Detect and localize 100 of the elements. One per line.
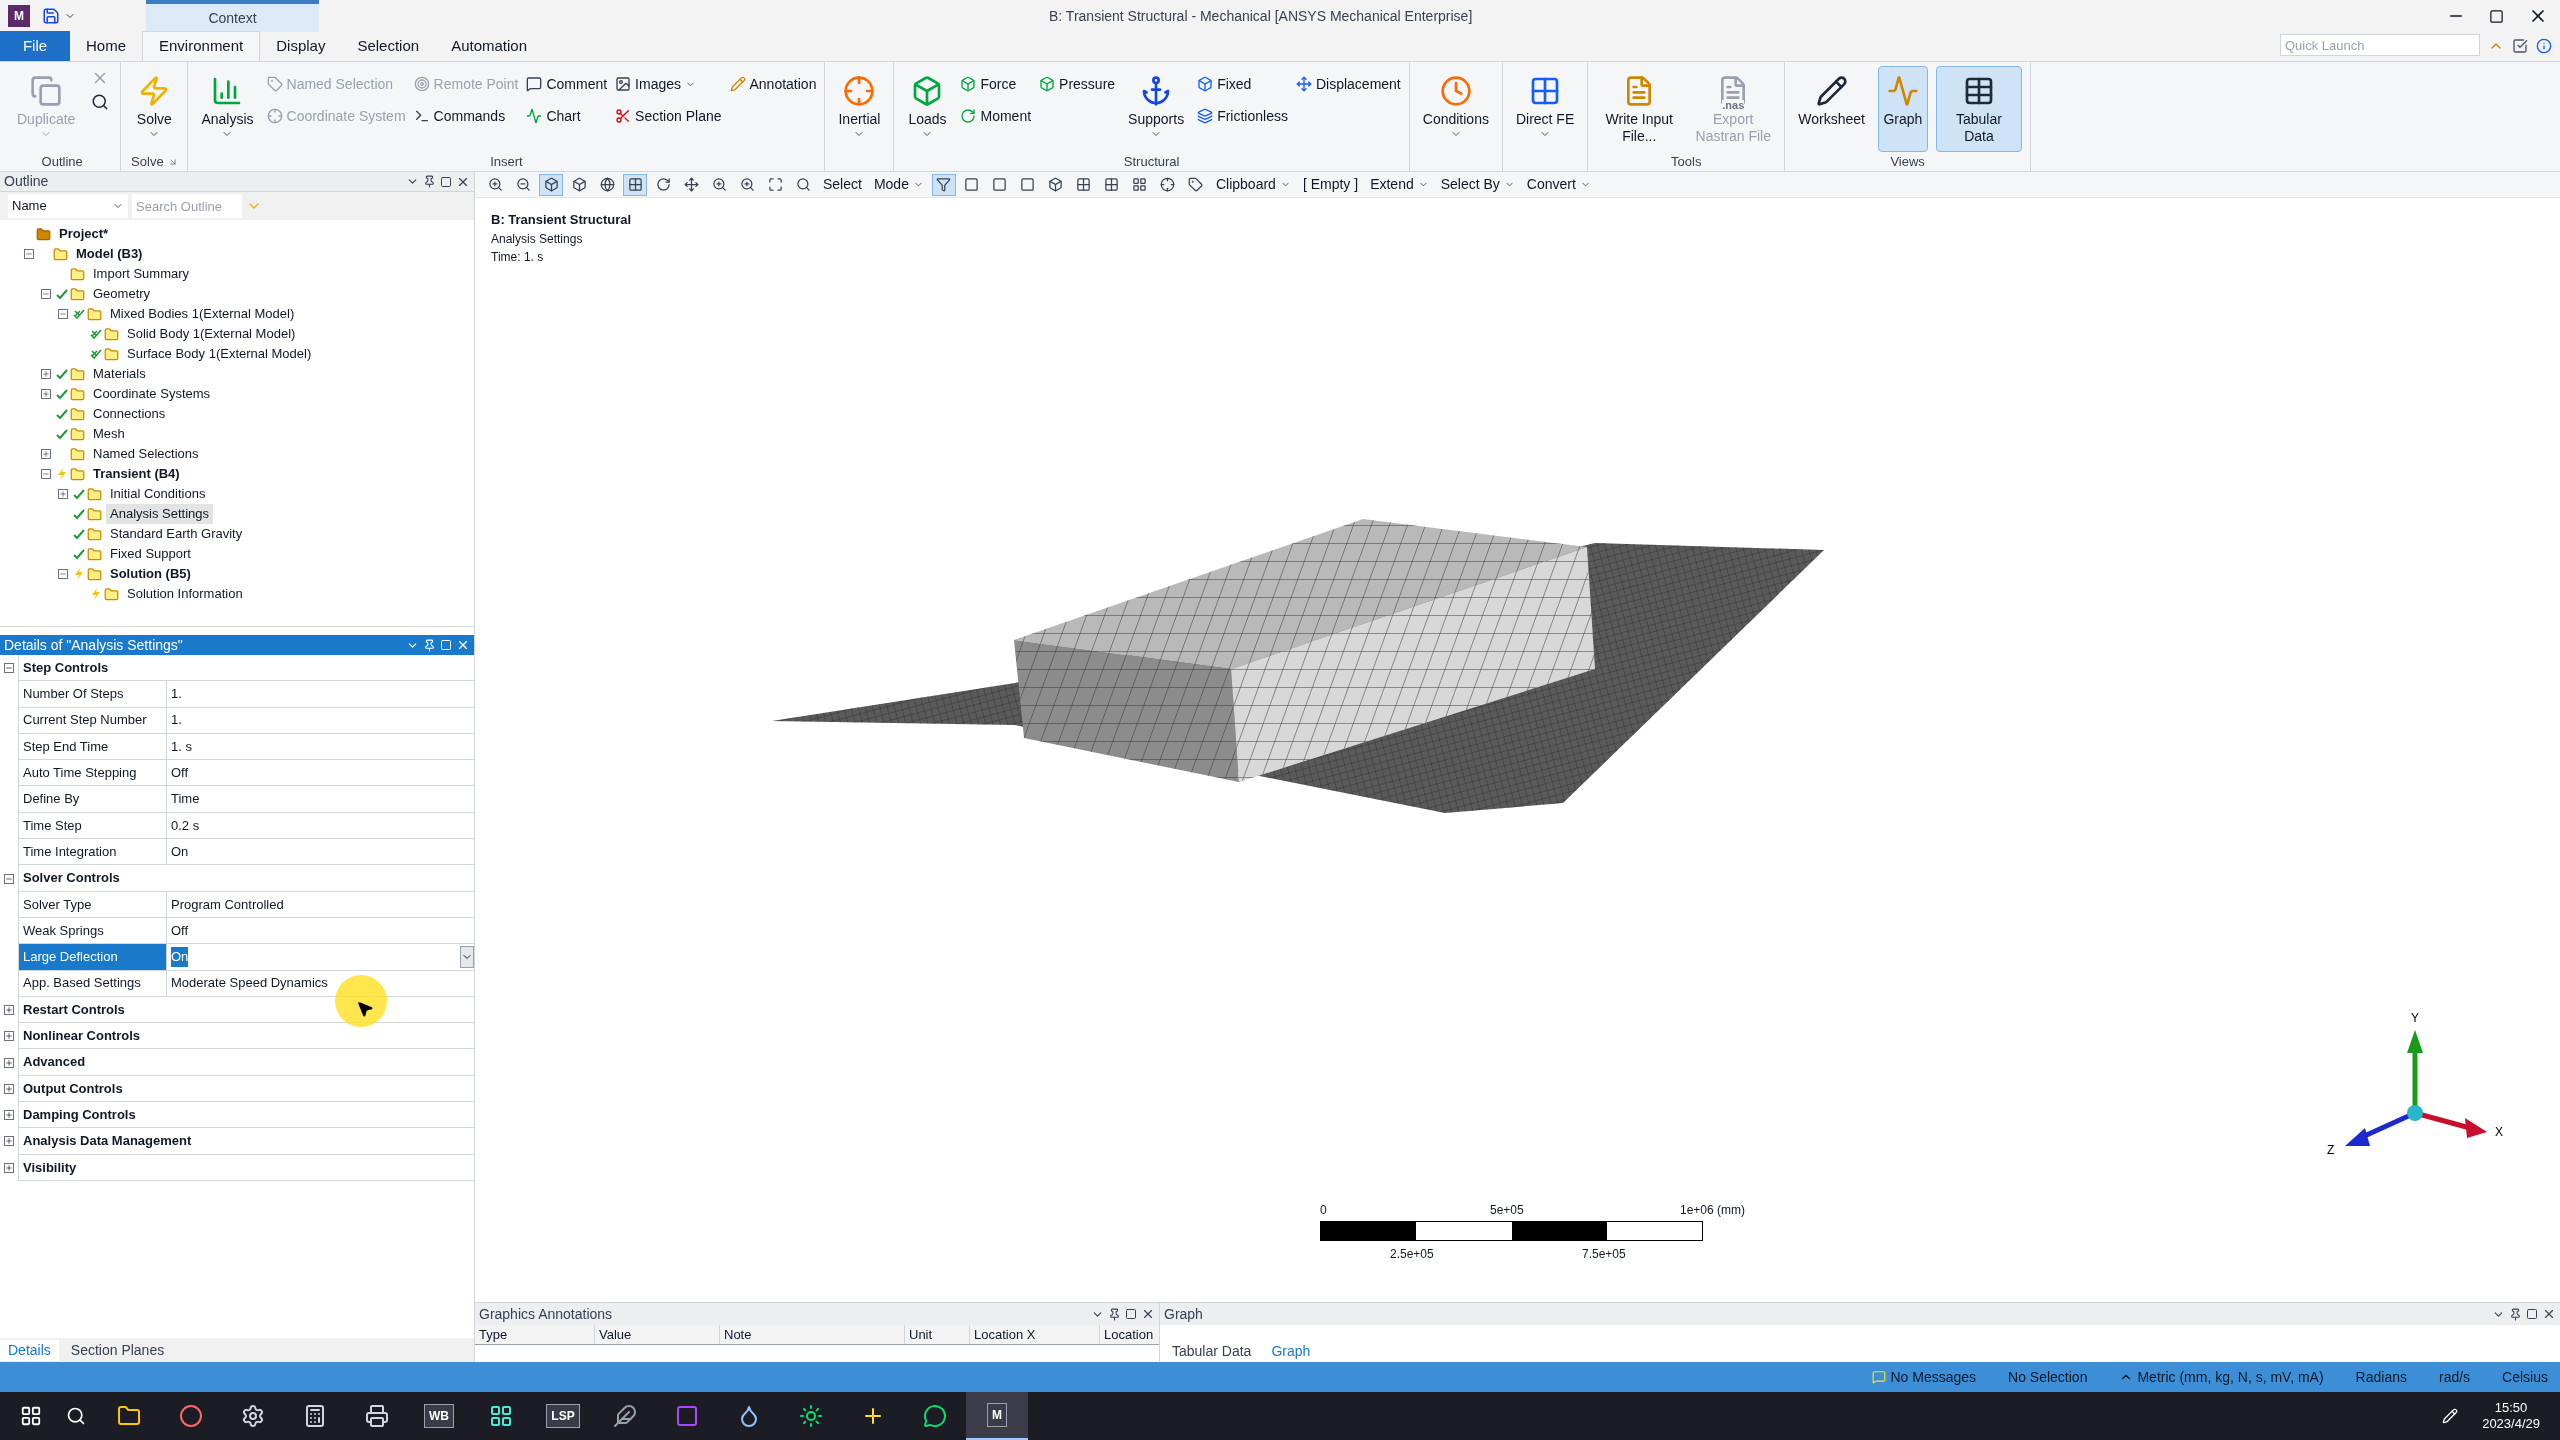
toolbar-button[interactable]: Select By bbox=[1436, 173, 1519, 196]
expand-button[interactable] bbox=[4, 1057, 14, 1068]
search-field[interactable]: Search Outline bbox=[132, 194, 242, 218]
ribbon-button[interactable]: Pressure bbox=[1039, 70, 1116, 98]
launcher-icon[interactable] bbox=[167, 156, 178, 167]
ribbon-button[interactable]: Annotation bbox=[729, 70, 817, 98]
ribbon-button[interactable]: Supports bbox=[1123, 66, 1190, 152]
expand-button[interactable] bbox=[4, 1110, 14, 1121]
tree-item[interactable]: Transient (B4) bbox=[89, 464, 184, 484]
tree-item[interactable]: Mesh bbox=[89, 424, 129, 444]
expand-button[interactable] bbox=[41, 389, 51, 399]
panel-tab[interactable]: Details bbox=[0, 1339, 59, 1361]
ribbon-button[interactable]: Section Plane bbox=[615, 102, 722, 130]
collapse-button[interactable] bbox=[41, 469, 51, 479]
search-icon[interactable] bbox=[66, 1406, 86, 1426]
ribbon-button[interactable]: Loads bbox=[902, 66, 953, 152]
tree-item[interactable]: Analysis Settings bbox=[106, 504, 213, 524]
toolbar-button[interactable] bbox=[623, 173, 647, 196]
tree-item[interactable]: Named Selections bbox=[89, 444, 203, 464]
save-icon[interactable] bbox=[42, 7, 60, 25]
toolbar-button[interactable]: Extend bbox=[1366, 173, 1433, 196]
info-icon[interactable] bbox=[2536, 38, 2552, 54]
column-header[interactable]: Unit bbox=[905, 1325, 970, 1344]
ribbon-button[interactable]: Analysis bbox=[196, 66, 259, 152]
taskbar-app[interactable]: LSP bbox=[532, 1392, 594, 1440]
expand-button[interactable] bbox=[4, 1083, 14, 1094]
maximize-icon[interactable] bbox=[1125, 1308, 1137, 1320]
ribbon-button[interactable]: Write Input File... bbox=[1596, 66, 1683, 152]
panel-tab[interactable]: Section Planes bbox=[62, 1339, 173, 1361]
ribbon-tab[interactable]: Home bbox=[70, 31, 142, 61]
tree-item[interactable]: Surface Body 1(External Model) bbox=[123, 344, 316, 364]
pin-icon[interactable] bbox=[1108, 1307, 1121, 1321]
tree-item[interactable]: Geometry bbox=[89, 284, 155, 304]
tree-item[interactable]: Coordinate Systems bbox=[89, 384, 215, 404]
ribbon-button[interactable]: Chart bbox=[526, 102, 608, 130]
pen-icon[interactable] bbox=[2442, 1408, 2459, 1424]
collapse-button[interactable] bbox=[41, 289, 51, 299]
ribbon-tab[interactable]: Selection bbox=[341, 31, 436, 61]
ribbon-button[interactable]: Moment bbox=[960, 102, 1032, 130]
toolbar-button[interactable]: Convert bbox=[1522, 173, 1595, 196]
start-icon[interactable] bbox=[20, 1405, 42, 1427]
tree-item[interactable]: Standard Earth Gravity bbox=[106, 524, 247, 544]
ribbon-button[interactable]: Tabular Data bbox=[1935, 66, 2022, 152]
tree-item[interactable]: Solution Information bbox=[123, 584, 247, 604]
toolbar-button[interactable]: Clipboard bbox=[1211, 173, 1295, 196]
collapse-button[interactable] bbox=[24, 249, 34, 259]
close-icon[interactable] bbox=[2542, 1307, 2556, 1321]
status-text[interactable]: Radians bbox=[2355, 1366, 2407, 1388]
ribbon-button[interactable]: Inertial bbox=[833, 66, 886, 152]
expand-button[interactable] bbox=[4, 1005, 14, 1015]
tree-item[interactable]: Import Summary bbox=[89, 264, 194, 284]
expand-button[interactable] bbox=[41, 369, 51, 379]
collapse-button[interactable] bbox=[58, 569, 68, 579]
ribbon-tab[interactable]: Display bbox=[260, 31, 342, 61]
column-header[interactable]: Type bbox=[475, 1325, 595, 1344]
pin-icon[interactable] bbox=[423, 175, 436, 188]
ribbon-button[interactable]: Commands bbox=[413, 102, 519, 130]
column-header[interactable]: Location X bbox=[970, 1325, 1100, 1344]
caret-icon[interactable] bbox=[460, 945, 474, 968]
ribbon-button[interactable]: Fixed bbox=[1197, 70, 1288, 98]
collapse-button[interactable] bbox=[4, 873, 14, 884]
toolbar-button[interactable]: [ Empty ] bbox=[1298, 173, 1363, 196]
tree-item[interactable]: Project* bbox=[55, 224, 113, 244]
maximize-icon[interactable] bbox=[2526, 1308, 2538, 1320]
ribbon-button[interactable]: Solve bbox=[129, 66, 180, 152]
ribbon-button[interactable]: Force bbox=[960, 70, 1032, 98]
ribbon-button[interactable]: Direct FE bbox=[1510, 66, 1580, 152]
checkbox-icon[interactable] bbox=[2512, 38, 2528, 54]
collapse-button[interactable] bbox=[4, 663, 14, 674]
taskbar-app[interactable]: WB bbox=[408, 1392, 470, 1440]
toolbar-button[interactable] bbox=[539, 173, 563, 196]
expand-button[interactable] bbox=[41, 449, 51, 459]
ribbon-button[interactable]: Images bbox=[615, 70, 722, 98]
column-select[interactable]: Name bbox=[8, 194, 128, 218]
ribbon-tab[interactable]: Automation bbox=[435, 31, 544, 61]
restore-icon[interactable] bbox=[2489, 8, 2504, 24]
units-menu[interactable]: Metric (mm, kg, N, s, mV, mA) bbox=[2137, 1366, 2324, 1388]
column-header[interactable]: Note bbox=[720, 1325, 905, 1344]
ribbon-button[interactable]: Comment bbox=[526, 70, 608, 98]
panel-tab[interactable]: Tabular Data bbox=[1164, 1341, 1260, 1362]
expand-button[interactable] bbox=[4, 1136, 14, 1147]
expand-button[interactable] bbox=[4, 1031, 14, 1042]
close-icon[interactable] bbox=[1141, 1307, 1155, 1321]
pin-icon[interactable] bbox=[2509, 1307, 2522, 1321]
ribbon-tab[interactable]: Environment bbox=[142, 31, 261, 61]
ribbon-button[interactable]: Graph bbox=[1877, 66, 1928, 152]
tree-item[interactable]: Mixed Bodies 1(External Model) bbox=[106, 304, 299, 324]
pin-icon[interactable] bbox=[423, 638, 436, 652]
expand-button[interactable] bbox=[58, 489, 68, 499]
tree-item[interactable]: Initial Conditions bbox=[106, 484, 210, 504]
ribbon-tab[interactable]: File bbox=[0, 31, 70, 61]
ribbon-button[interactable]: Worksheet bbox=[1793, 66, 1870, 152]
value-dropdown[interactable]: On bbox=[167, 944, 474, 970]
toolbar-button[interactable]: Mode bbox=[869, 173, 928, 196]
status-text[interactable]: Celsius bbox=[2502, 1366, 2548, 1388]
tree-item[interactable]: Solution (B5) bbox=[106, 564, 195, 584]
maximize-icon[interactable] bbox=[440, 175, 452, 188]
column-header[interactable]: Value bbox=[595, 1325, 720, 1344]
toolbar-button[interactable] bbox=[931, 173, 956, 196]
tree-item[interactable]: Connections bbox=[89, 404, 170, 424]
